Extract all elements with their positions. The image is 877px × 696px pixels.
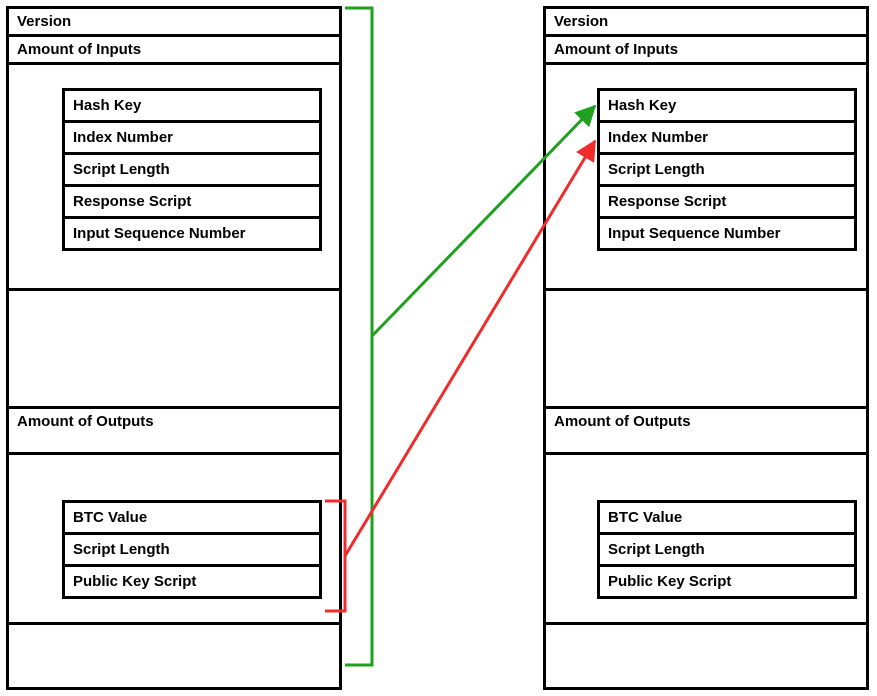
left-input-hash-key: Hash Key <box>65 91 319 123</box>
left-input-index-number: Index Number <box>65 123 319 155</box>
right-input-response-script: Response Script <box>600 187 854 219</box>
right-input-sequence-number: Input Sequence Number <box>600 219 854 248</box>
left-output-btc-value: BTC Value <box>65 503 319 535</box>
left-input-sequence-number: Input Sequence Number <box>65 219 319 248</box>
right-input-script-length: Script Length <box>600 155 854 187</box>
left-input-response-script: Response Script <box>65 187 319 219</box>
left-output-public-key-script: Public Key Script <box>65 567 319 596</box>
right-amount-inputs-row: Amount of Inputs <box>546 37 866 65</box>
left-middle-blank <box>9 291 339 409</box>
right-output-public-key-script: Public Key Script <box>600 567 854 596</box>
right-output-fields: BTC Value Script Length Public Key Scrip… <box>597 500 857 599</box>
right-amount-outputs-row: Amount of Outputs <box>546 409 866 455</box>
left-version-row: Version <box>9 9 339 37</box>
right-output-script-length: Script Length <box>600 535 854 567</box>
right-output-btc-value: BTC Value <box>600 503 854 535</box>
right-footer-blank <box>546 625 866 653</box>
left-footer-blank <box>9 625 339 653</box>
left-amount-inputs-row: Amount of Inputs <box>9 37 339 65</box>
right-input-index-number: Index Number <box>600 123 854 155</box>
right-version-row: Version <box>546 9 866 37</box>
right-middle-blank <box>546 291 866 409</box>
left-input-script-length: Script Length <box>65 155 319 187</box>
left-output-script-length: Script Length <box>65 535 319 567</box>
diagram-stage: Version Amount of Inputs Amount of Outpu… <box>0 0 877 696</box>
left-amount-outputs-row: Amount of Outputs <box>9 409 339 455</box>
left-input-fields: Hash Key Index Number Script Length Resp… <box>62 88 322 251</box>
left-output-fields: BTC Value Script Length Public Key Scrip… <box>62 500 322 599</box>
right-input-fields: Hash Key Index Number Script Length Resp… <box>597 88 857 251</box>
right-input-hash-key: Hash Key <box>600 91 854 123</box>
